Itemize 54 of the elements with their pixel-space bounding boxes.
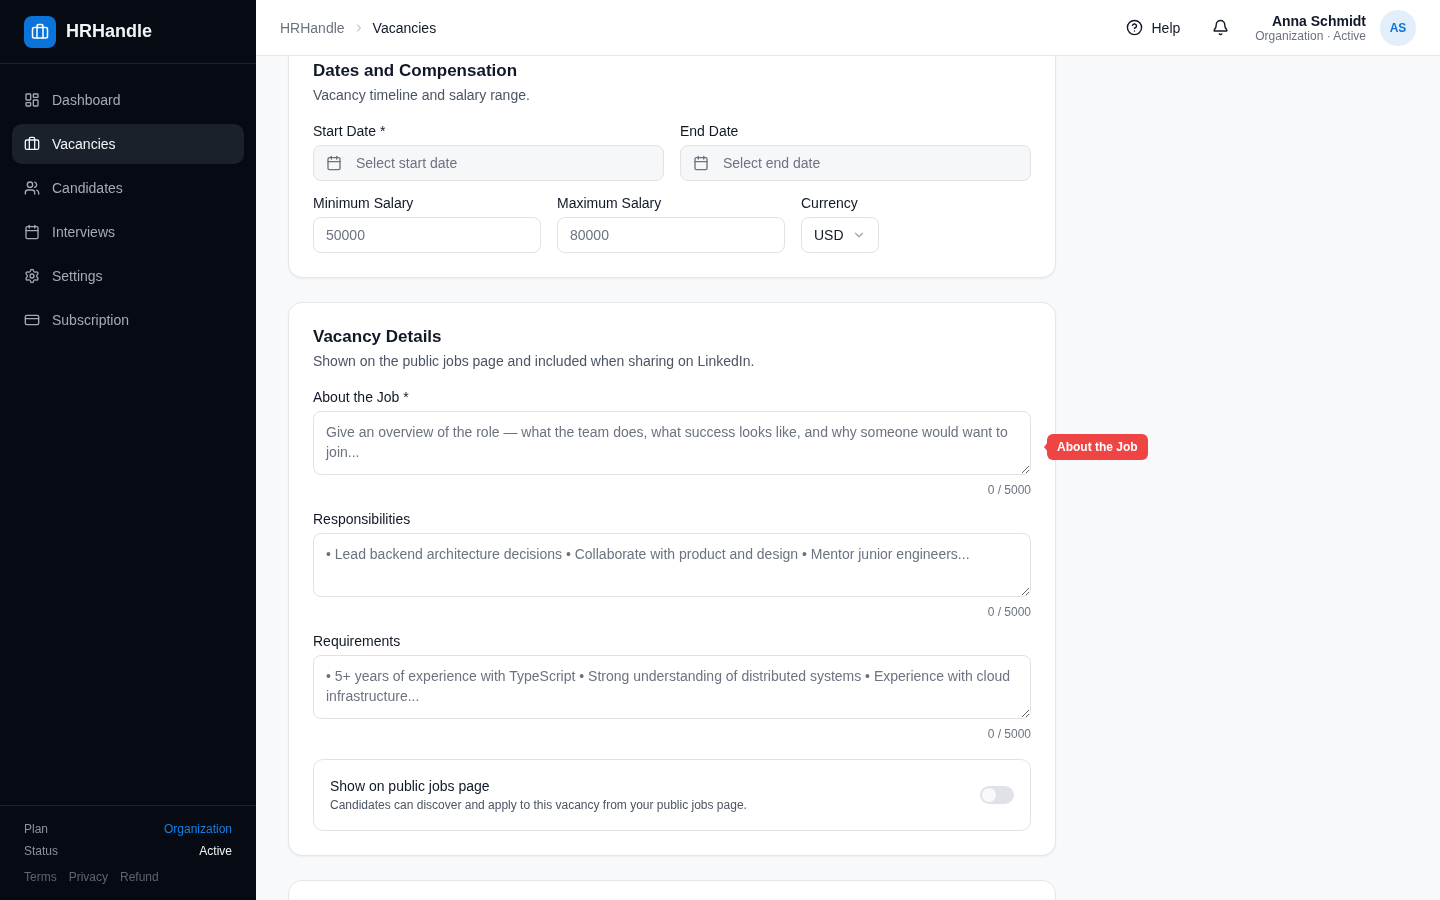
sidebar-item[interactable]: Settings <box>12 256 244 296</box>
character-counter: 0 / 5000 <box>987 483 1031 497</box>
help-icon <box>1126 19 1144 36</box>
input-field[interactable]: 80000 <box>557 217 785 253</box>
calendar-icon <box>24 224 40 240</box>
gear-icon <box>24 268 40 284</box>
status-value: Active <box>199 844 232 858</box>
field-label: Currency <box>801 195 859 211</box>
date-field[interactable]: Select end date <box>680 145 1031 181</box>
toggle-description: Candidates can discover and apply to this vacancy from your public jobs page. <box>330 798 747 812</box>
card-title: Dates and Compensation <box>313 61 519 81</box>
user-subtitle: Organization · Active <box>1255 28 1366 43</box>
currency-select[interactable]: USD <box>801 217 879 253</box>
card-title: Vacancy Details <box>313 327 443 347</box>
status-label: Status <box>24 844 59 858</box>
field-label: End Date <box>680 123 740 139</box>
text-area[interactable]: • 5+ years of experience with TypeScript • Strong understanding of distributed systems • Experience with cloud infrastructure... <box>313 655 1031 719</box>
calendar-icon <box>693 155 709 171</box>
breadcrumb-link[interactable]: Vacancies <box>372 19 437 36</box>
field-label: About the Job * <box>313 389 410 405</box>
text-area[interactable]: • Lead backend architecture decisions • Collaborate with product and design • Mentor junior engineers... <box>313 533 1031 597</box>
sidebar-item[interactable]: Dashboard <box>12 80 244 120</box>
field-label: Minimum Salary <box>313 195 415 211</box>
field-label: Maximum Salary <box>557 195 663 211</box>
dashboard-icon <box>24 92 40 108</box>
sidebar-item[interactable]: Vacancies <box>12 124 244 164</box>
user-name: Anna Schmidt <box>1271 12 1366 29</box>
card-description: Vacancy timeline and salary range. <box>313 87 531 103</box>
date-field[interactable]: Select start date <box>313 145 664 181</box>
card-description: Shown on the public jobs page and included when sharing on LinkedIn. <box>313 353 756 369</box>
bell-icon <box>1212 19 1230 36</box>
app-name: HRHandle <box>66 21 152 42</box>
user-avatar[interactable]: AS <box>1380 9 1416 46</box>
field-label: Requirements <box>313 633 402 649</box>
plan-label: Plan <box>24 822 49 836</box>
character-counter: 0 / 5000 <box>987 727 1031 741</box>
field-label: Start Date * <box>313 123 387 139</box>
help-button[interactable]: Help <box>1120 13 1187 42</box>
toggle-switch[interactable] <box>980 786 1014 804</box>
sidebar-item[interactable]: Subscription <box>12 300 244 340</box>
sidebar-item[interactable]: Interviews <box>12 212 244 252</box>
calendar-icon <box>326 155 342 171</box>
toggle-title: Show on public jobs page <box>330 778 491 794</box>
input-field[interactable]: 50000 <box>313 217 541 253</box>
breadcrumb-link[interactable]: HRHandle <box>280 19 345 36</box>
character-counter: 0 / 5000 <box>987 605 1031 619</box>
plan-value: Organization <box>163 822 232 836</box>
field-label: Responsibilities <box>313 511 412 527</box>
logo-icon <box>24 15 56 48</box>
users-icon <box>24 180 40 196</box>
briefcase-icon <box>24 136 40 152</box>
sidebar-item[interactable]: Candidates <box>12 168 244 208</box>
text-area[interactable]: Give an overview of the role — what the team does, what success looks like, and why someone would want to join... <box>313 411 1031 475</box>
credit-card-icon <box>24 312 40 328</box>
